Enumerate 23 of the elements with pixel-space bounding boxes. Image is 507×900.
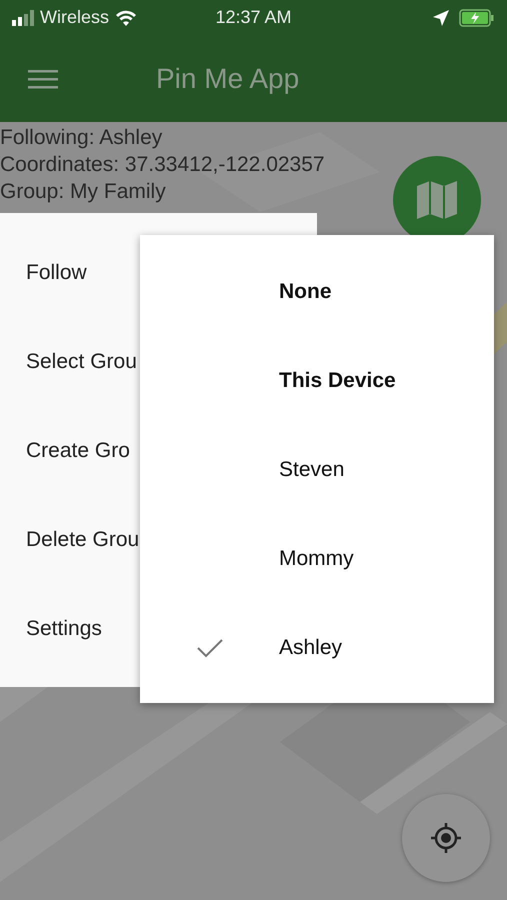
carrier-name: Wireless: [40, 7, 110, 28]
app-title: Pin Me App: [156, 62, 300, 94]
info-text: Group: My Family: [0, 179, 166, 205]
menu-item[interactable]: Create Gro: [0, 406, 140, 495]
menu-item[interactable]: Settings: [0, 584, 140, 673]
info-text: Coordinates: 37.33412,-122.02357: [0, 152, 325, 178]
menu-option[interactable]: Mommy: [279, 546, 354, 570]
menu-item[interactable]: Delete Grou: [0, 495, 140, 584]
menu-option[interactable]: Steven: [279, 458, 344, 482]
clock-time: 12:37 AM: [215, 7, 292, 28]
wifi-icon: [115, 9, 138, 26]
menu-option[interactable]: Ashley: [279, 636, 342, 660]
location-arrow-icon: [433, 10, 449, 26]
signal-icon: [12, 10, 34, 26]
map-icon: [415, 178, 459, 222]
menu-item[interactable]: Select Grou: [0, 317, 140, 406]
info-text: Following: Ashley: [0, 125, 162, 151]
battery-charging-icon: [459, 8, 495, 26]
menu-icon[interactable]: [28, 68, 58, 88]
location-target-icon: [429, 821, 463, 855]
menu-option[interactable]: This Device: [279, 368, 396, 392]
menu-option[interactable]: None: [279, 280, 332, 304]
menu-item[interactable]: Follow: [0, 228, 140, 317]
